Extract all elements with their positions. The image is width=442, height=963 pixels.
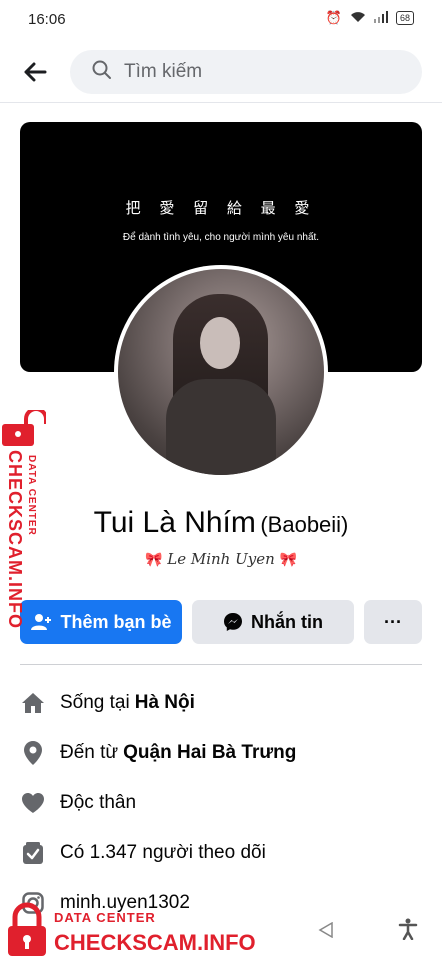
- back-button[interactable]: [18, 58, 52, 86]
- add-friend-label: Thêm bạn bè: [60, 611, 172, 632]
- messenger-icon: [223, 612, 243, 632]
- from-prefix: Đến từ: [60, 742, 119, 763]
- watermark-lock-icon: [2, 407, 48, 446]
- search-bar[interactable]: [70, 50, 422, 94]
- status-icons: ⏰ 68: [326, 10, 414, 26]
- divider: [20, 664, 422, 665]
- avatar-photo: [118, 269, 324, 475]
- lives-in-value[interactable]: Hà Nội: [135, 692, 195, 714]
- info-from: Đến từ Quận Hai Bà Trưng: [20, 728, 422, 778]
- top-bar: [0, 46, 442, 103]
- lives-in-prefix: Sống tại: [60, 692, 130, 713]
- signal-icon: [373, 10, 388, 26]
- profile-name: Tui Là Nhím (Baobeii): [0, 506, 442, 540]
- more-icon: ···: [384, 611, 402, 632]
- alarm-icon: ⏰: [325, 10, 342, 25]
- followers-text: Có 1.347 người theo dõi: [60, 842, 266, 863]
- arrow-left-icon: [24, 62, 47, 82]
- home-icon: [20, 690, 46, 716]
- profile-avatar[interactable]: [114, 265, 328, 479]
- status-bar: 16:06 ⏰ 68: [0, 0, 442, 40]
- message-button[interactable]: Nhắn tin: [192, 600, 354, 644]
- heart-icon: [20, 790, 46, 816]
- bow-icon: 🎀: [145, 552, 163, 568]
- info-relationship: Độc thân: [20, 778, 422, 828]
- status-time: 16:06: [28, 11, 66, 28]
- profile-alternate-name: (Baobeii): [260, 512, 349, 537]
- search-input[interactable]: [122, 60, 386, 84]
- nav-back-icon[interactable]: [318, 921, 334, 943]
- from-value[interactable]: Quận Hai Bà Trưng: [123, 742, 296, 764]
- battery-icon: 68: [395, 11, 414, 25]
- location-pin-icon: [20, 740, 46, 766]
- bow-icon: 🎀: [279, 552, 297, 568]
- watermark-side-brand: CHECKSCAM.INFO: [5, 450, 25, 629]
- accessibility-icon[interactable]: [398, 918, 418, 945]
- add-friend-button[interactable]: Thêm bạn bè: [20, 600, 182, 644]
- info-followers[interactable]: Có 1.347 người theo dõi: [20, 828, 422, 878]
- profile-info-list: Sống tại Hà Nội Đến từ Quận Hai Bà Trưng…: [20, 678, 422, 928]
- wifi-icon: [350, 11, 366, 26]
- profile-name-main: Tui Là Nhím: [93, 506, 256, 539]
- nickname-text: Le Minh Uyen: [167, 550, 275, 568]
- cover-text-vietnamese: Để dành tình yêu, cho người mình yêu nhấ…: [122, 232, 320, 243]
- message-label: Nhắn tin: [251, 611, 323, 632]
- watermark-bottom-label: DATA CENTER: [54, 910, 156, 925]
- cover-text-chinese: 把 愛 留 給 最 愛: [125, 199, 317, 217]
- followers-icon: [20, 840, 46, 866]
- relationship-text: Độc thân: [60, 792, 137, 813]
- watermark-side-label: DATA CENTER: [26, 455, 37, 536]
- bottom-overlay: DATA CENTER CHECKSCAM.INFO: [0, 896, 442, 960]
- info-lives-in: Sống tại Hà Nội: [20, 678, 422, 728]
- add-friend-icon: [30, 613, 52, 631]
- watermark-lock-icon-bottom: [6, 902, 48, 963]
- profile-nickname: 🎀 Le Minh Uyen 🎀: [0, 550, 442, 568]
- action-buttons: Thêm bạn bè Nhắn tin ···: [20, 600, 422, 644]
- more-options-button[interactable]: ···: [364, 600, 422, 644]
- watermark-bottom-brand: CHECKSCAM.INFO: [54, 930, 256, 955]
- search-icon: [92, 60, 112, 85]
